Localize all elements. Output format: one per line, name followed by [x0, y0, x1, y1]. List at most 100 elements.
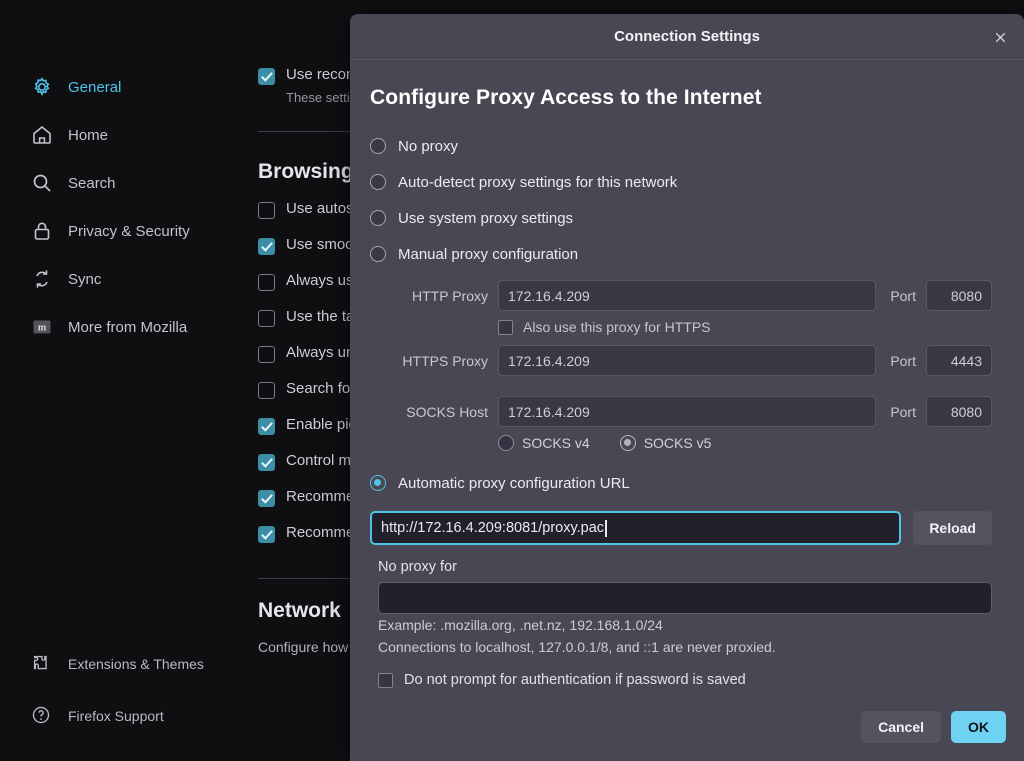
radio-system-proxy[interactable]: Use system proxy settings	[370, 200, 992, 236]
sync-icon	[30, 267, 54, 291]
sidebar-item-label: Privacy & Security	[68, 222, 190, 240]
checkbox-indicator[interactable]	[258, 526, 275, 543]
sidebar-item-label: Home	[68, 126, 109, 144]
checkbox-label: Use smoo	[286, 236, 354, 253]
checkbox-label: Use autos	[286, 200, 354, 217]
dialog-body: Configure Proxy Access to the Internet N…	[350, 60, 1024, 699]
home-icon	[30, 123, 54, 147]
pac-url-value: http://172.16.4.209:8081/proxy.pac	[381, 520, 605, 536]
checkbox-indicator[interactable]	[258, 310, 275, 327]
radio-indicator[interactable]	[370, 210, 386, 226]
no-proxy-for-input[interactable]	[378, 582, 992, 614]
radio-indicator[interactable]	[370, 138, 386, 154]
sidebar-item-sync[interactable]: Sync	[30, 264, 252, 294]
dialog-titlebar: Connection Settings	[350, 14, 1024, 60]
radio-no-proxy[interactable]: No proxy	[370, 128, 992, 164]
sidebar: General Home Search Privacy & Security S…	[0, 0, 252, 761]
reload-button[interactable]: Reload	[913, 511, 992, 545]
pac-url-input[interactable]: http://172.16.4.209:8081/proxy.pac	[370, 511, 902, 545]
sidebar-item-general[interactable]: General	[30, 72, 252, 102]
radio-indicator[interactable]	[370, 475, 386, 491]
localhost-hint: Connections to localhost, 127.0.0.1/8, a…	[378, 639, 776, 655]
radio-automatic-proxy-url[interactable]: Automatic proxy configuration URL	[370, 465, 992, 501]
sidebar-item-search[interactable]: Search	[30, 168, 252, 198]
sidebar-item-label: Firefox Support	[68, 708, 164, 724]
ok-button[interactable]: OK	[951, 711, 1006, 743]
radio-indicator[interactable]	[370, 246, 386, 262]
radio-socks-v4[interactable]	[498, 435, 514, 451]
radio-manual-proxy[interactable]: Manual proxy configuration	[370, 236, 992, 272]
socks-version-group: SOCKS v4 SOCKS v5	[498, 435, 992, 451]
radio-auto-detect[interactable]: Auto-detect proxy settings for this netw…	[370, 164, 992, 200]
checkbox-label: Recomme	[286, 488, 355, 505]
checkbox-indicator[interactable]	[258, 454, 275, 471]
lock-icon	[30, 219, 54, 243]
http-proxy-input[interactable]: 172.16.4.209	[498, 280, 877, 311]
text-caret	[605, 519, 607, 537]
checkbox-indicator[interactable]	[258, 202, 275, 219]
checkbox-label: Search for	[286, 380, 356, 397]
gear-icon	[30, 75, 54, 99]
http-port-input[interactable]: 8080	[926, 280, 992, 311]
http-proxy-row: HTTP Proxy 172.16.4.209 Port 8080	[370, 280, 992, 311]
no-prompt-auth-checkbox-row[interactable]: Do not prompt for authentication if pass…	[378, 672, 992, 688]
https-port-label: Port	[890, 352, 916, 369]
socks-port-input[interactable]: 8080	[926, 396, 992, 427]
radio-indicator[interactable]	[370, 174, 386, 190]
checkbox-indicator[interactable]	[498, 319, 513, 335]
checkbox-indicator[interactable]	[378, 672, 393, 688]
https-proxy-label: HTTPS Proxy	[402, 352, 488, 369]
close-icon[interactable]	[984, 21, 1016, 53]
sidebar-item-label: More from Mozilla	[68, 318, 188, 336]
svg-text:m: m	[38, 323, 47, 334]
checkbox-indicator[interactable]	[258, 346, 275, 363]
checkbox-label: Also use this proxy for HTTPS	[523, 319, 711, 335]
radio-label: Auto-detect proxy settings for this netw…	[398, 173, 678, 191]
https-proxy-input[interactable]: 172.16.4.209	[498, 345, 877, 376]
checkbox-label: Always un	[286, 344, 355, 361]
sidebar-item-label: Search	[68, 174, 116, 192]
puzzle-icon	[30, 652, 54, 676]
https-proxy-row: HTTPS Proxy 172.16.4.209 Port 4443	[370, 345, 992, 376]
dialog-heading: Configure Proxy Access to the Internet	[370, 86, 762, 109]
question-circle-icon	[30, 704, 54, 728]
cancel-button[interactable]: Cancel	[861, 711, 941, 743]
screen: General Home Search Privacy & Security S…	[0, 0, 1024, 761]
sidebar-bottom-group: Extensions & Themes Firefox Support	[0, 649, 252, 753]
sidebar-item-extensions-themes[interactable]: Extensions & Themes	[30, 649, 252, 679]
checkbox-indicator[interactable]	[258, 274, 275, 291]
no-proxy-for-label: No proxy for	[378, 559, 457, 575]
sidebar-item-home[interactable]: Home	[30, 120, 252, 150]
socks-host-input[interactable]: 172.16.4.209	[498, 396, 877, 427]
checkbox-indicator[interactable]	[258, 382, 275, 399]
https-port-input[interactable]: 4443	[926, 345, 992, 376]
http-port-label: Port	[890, 287, 916, 304]
checkbox-label: Use recon	[286, 66, 355, 83]
mozilla-icon: m	[30, 315, 54, 339]
sidebar-item-more-from-mozilla[interactable]: m More from Mozilla	[30, 312, 252, 342]
sidebar-item-label: Extensions & Themes	[68, 656, 204, 672]
sidebar-item-label: Sync	[68, 270, 102, 288]
checkbox-indicator[interactable]	[258, 418, 275, 435]
checkbox-label: Recomme	[286, 524, 355, 541]
socks-v5-label: SOCKS v5	[643, 435, 712, 451]
sidebar-item-firefox-support[interactable]: Firefox Support	[30, 701, 252, 731]
sidebar-item-privacy-security[interactable]: Privacy & Security	[30, 216, 252, 246]
sidebar-item-label: General	[68, 78, 122, 96]
checkbox-indicator[interactable]	[258, 490, 275, 507]
pac-url-row: http://172.16.4.209:8081/proxy.pac Reloa…	[370, 511, 992, 545]
dialog-footer: Cancel OK	[350, 699, 1024, 761]
http-proxy-label: HTTP Proxy	[412, 287, 488, 304]
connection-settings-dialog: Connection Settings Configure Proxy Acce…	[350, 14, 1024, 761]
checkbox-label: Always us	[286, 272, 354, 289]
checkbox-indicator[interactable]	[258, 238, 275, 255]
socks-host-label: SOCKS Host	[406, 403, 488, 420]
also-https-checkbox-row[interactable]: Also use this proxy for HTTPS	[498, 319, 992, 335]
checkbox-label: Enable pic	[286, 416, 357, 433]
radio-label: Manual proxy configuration	[398, 245, 579, 263]
radio-label: Automatic proxy configuration URL	[398, 474, 630, 492]
radio-label: No proxy	[398, 137, 459, 155]
checkbox-label: Use the ta	[286, 308, 355, 325]
radio-socks-v5[interactable]	[619, 435, 636, 451]
checkbox-indicator[interactable]	[258, 68, 275, 85]
